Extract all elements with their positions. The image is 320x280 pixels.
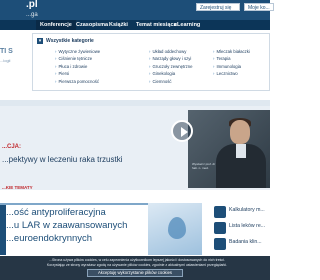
category-column: Mleczak białaczki Terapia Immunologia Le… xyxy=(213,48,273,78)
site-logo[interactable]: .pl ...ga xyxy=(0,0,56,20)
nav-item-elearning[interactable]: eLearning xyxy=(170,20,204,30)
chevron-down-icon: ▾ xyxy=(37,37,43,44)
quick-link-label: Lista leków re... xyxy=(229,223,266,229)
video-caption: Wywiad z prof. dr hab. n. med. xyxy=(192,162,216,170)
hero-headline[interactable]: ...pektywy w leczeniu raka trzustki xyxy=(2,155,172,164)
accept-cookies-button[interactable]: Akceptuję wykorzystanie plików cookies xyxy=(87,269,183,277)
category-link[interactable]: Gruczoły zewnętrzne xyxy=(149,63,209,70)
categories-panel: ▾ Wszystkie kategorie Wytyczne żywieniow… xyxy=(32,33,270,91)
categories-heading: Wszystkie kategorie xyxy=(46,37,94,44)
presenter-collar xyxy=(236,144,246,158)
cookie-message: ...Strona używa plików cookies, w celu z… xyxy=(49,258,225,262)
banner-line: ...euroendokrynnych xyxy=(6,233,93,244)
category-link[interactable]: Układ oddechowy xyxy=(149,48,209,55)
cookie-bar: ...Strona używa plików cookies, w celu z… xyxy=(0,256,270,280)
brand-text: TI S xyxy=(0,48,13,55)
brand-sub: ...logii xyxy=(0,58,11,63)
logo-main-text: .pl xyxy=(26,0,38,10)
category-column: Układ oddechowy Narządy głowy i szyi Gru… xyxy=(149,48,209,85)
main-nav: Konferencje Czasopisma Książki Temat mie… xyxy=(0,20,270,30)
quick-link-label: Badania klin... xyxy=(229,239,262,245)
category-link[interactable]: Ciśnienie tętnicze xyxy=(55,55,115,62)
presenter-head xyxy=(230,120,250,144)
category-link[interactable]: Terapia xyxy=(213,55,273,62)
category-link[interactable]: Ciemność xyxy=(149,78,209,85)
hero-kicker: ...CJA: xyxy=(2,144,22,150)
category-link[interactable]: Płuca i zdrowie xyxy=(55,63,115,70)
brand-logo[interactable]: TI S ...logii xyxy=(0,48,28,68)
category-column: Wytyczne żywieniowe Ciśnienie tętnicze P… xyxy=(55,48,115,85)
cell-graphic xyxy=(168,217,186,239)
category-link[interactable]: Lecznictwo xyxy=(213,70,273,77)
quick-link-clinical-trials[interactable]: Badania klin... xyxy=(212,237,270,253)
play-icon[interactable] xyxy=(171,120,193,142)
all-categories-toggle[interactable]: ▾ Wszystkie kategorie xyxy=(37,37,94,44)
nav-item-ksiazki[interactable]: Książki xyxy=(105,20,132,30)
trials-icon xyxy=(214,238,226,250)
quick-link-drug-list[interactable]: Lista leków re... xyxy=(212,221,270,237)
category-link[interactable]: Narządy głowy i szyi xyxy=(149,55,209,62)
category-link[interactable]: Wytyczne żywieniowe xyxy=(55,48,115,55)
category-link[interactable]: Immunologia xyxy=(213,63,273,70)
more-topics-link[interactable]: ...KIE TEMATY xyxy=(2,185,33,190)
register-link[interactable]: Zarejestruj się xyxy=(196,3,240,11)
calculator-icon xyxy=(214,206,226,218)
banner-line: ...ość antyproliferacyjna xyxy=(6,207,106,218)
category-link[interactable]: Ginekologia xyxy=(149,70,209,77)
category-link[interactable]: Mleczak białaczki xyxy=(213,48,273,55)
top-header: .pl ...ga Zarejestruj się Moje ko... xyxy=(0,0,274,20)
category-link[interactable]: Pierwsza pomocność xyxy=(55,78,115,85)
category-link[interactable]: Piersi xyxy=(55,70,115,77)
account-link[interactable]: Moje ko... xyxy=(244,3,274,11)
quick-link-calculators[interactable]: Kalkulatory m... xyxy=(212,205,270,221)
quick-link-label: Kalkulatory m... xyxy=(229,207,265,213)
video-thumbnail[interactable]: Wywiad z prof. dr hab. n. med. xyxy=(188,110,270,188)
logo-sub-text: ...ga xyxy=(26,12,38,18)
nav-item-konferencje[interactable]: Konferencje xyxy=(36,20,76,30)
cookie-message: Korzystając ze strony wyrażasz zgodę na … xyxy=(46,263,228,267)
banner-illustration xyxy=(148,203,202,255)
list-icon xyxy=(214,222,226,234)
banner-line: ...u LAR w zaawansowanych xyxy=(6,220,128,231)
